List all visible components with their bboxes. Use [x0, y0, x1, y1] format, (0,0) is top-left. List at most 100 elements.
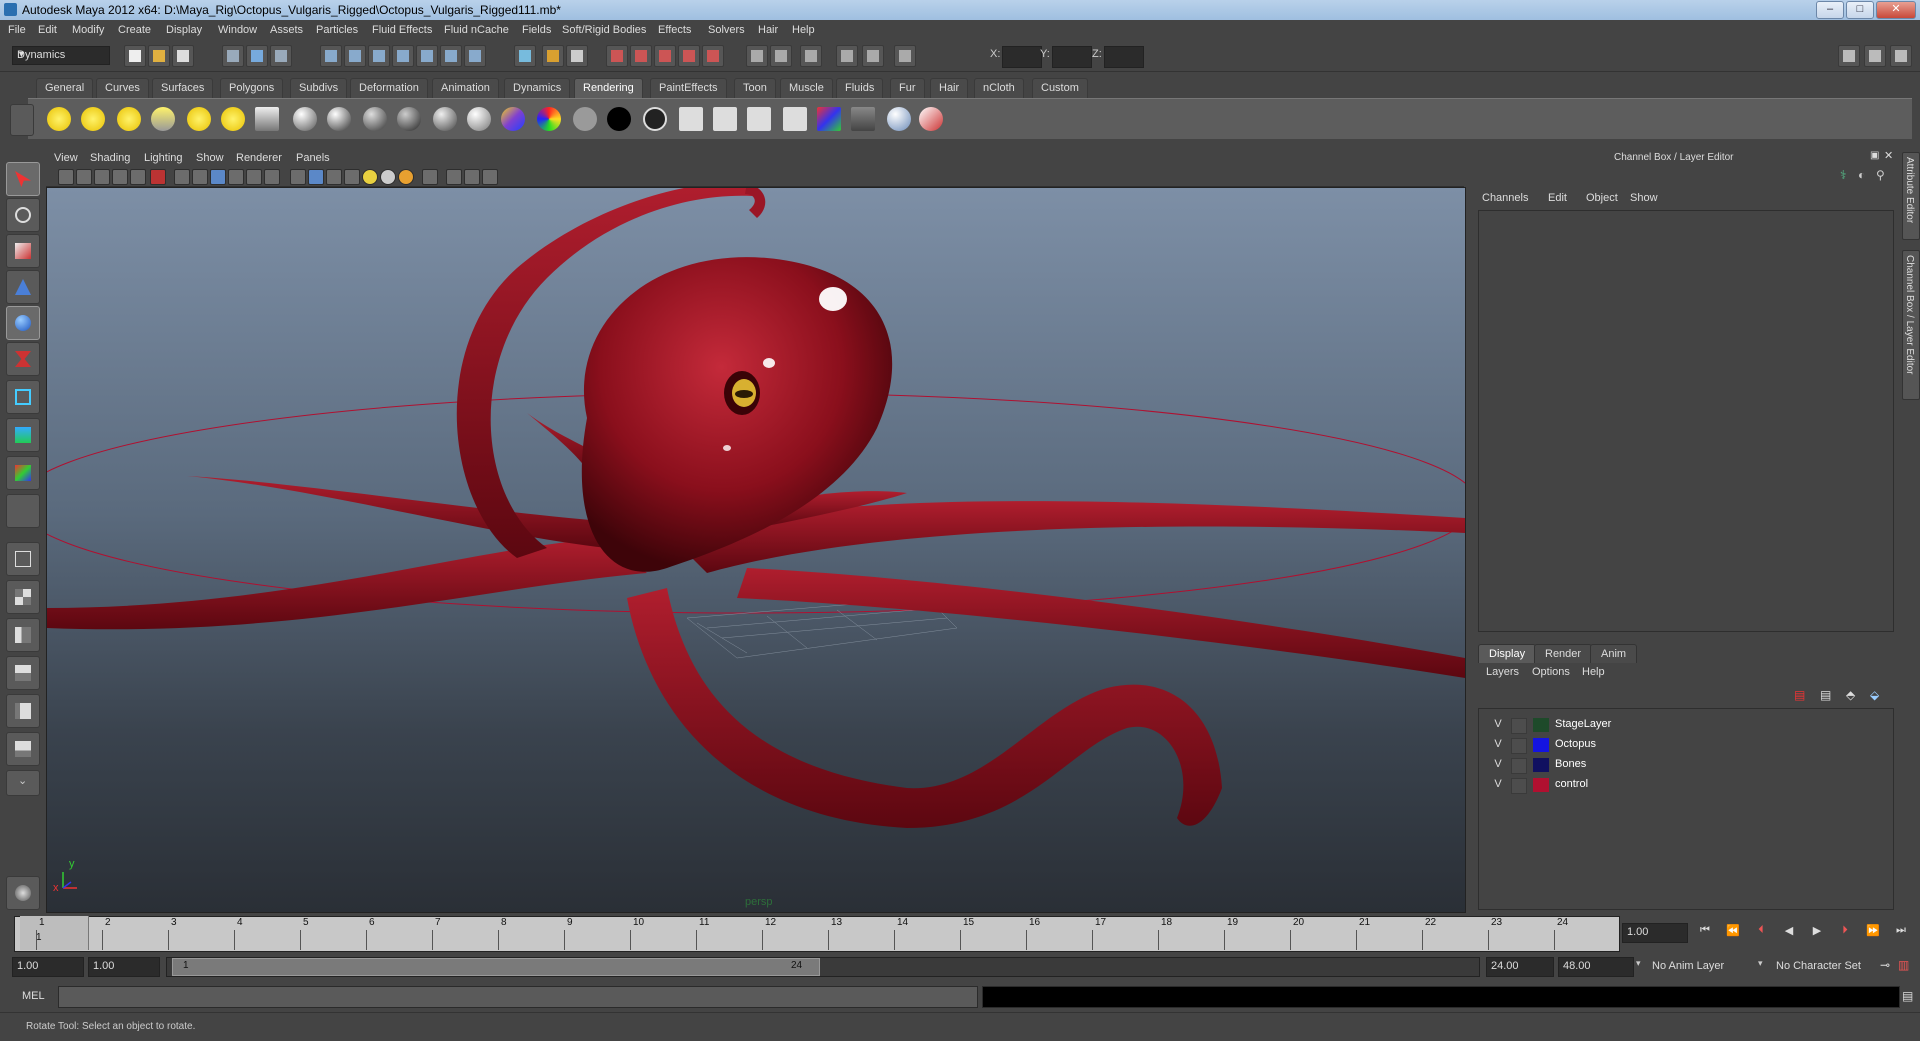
chevron-down-icon[interactable]: ▾	[1758, 958, 1763, 969]
layout-persp-graph[interactable]	[6, 656, 40, 690]
show-render-button[interactable]	[800, 45, 822, 67]
key-icon[interactable]: ⊸	[1880, 958, 1890, 972]
layer-type-toggle[interactable]	[1511, 718, 1527, 734]
play-backward-button[interactable]: ◀	[1780, 924, 1798, 940]
toggle-channel-box-button[interactable]	[1890, 45, 1912, 67]
show-manipulator-tool[interactable]	[6, 456, 40, 490]
viewport-menu-renderer[interactable]: Renderer	[236, 152, 282, 164]
layer-type-toggle[interactable]	[1511, 758, 1527, 774]
layer-type-toggle[interactable]	[1511, 778, 1527, 794]
layer-visibility-toggle[interactable]: V	[1491, 718, 1505, 732]
safe-title-icon[interactable]	[246, 169, 262, 185]
shelf-ambient-light[interactable]	[44, 104, 74, 134]
move-up-layer-icon[interactable]: ⬘	[1846, 688, 1855, 702]
shelf-tab-surfaces[interactable]: Surfaces	[152, 78, 214, 98]
layers-menu[interactable]: Layers	[1486, 666, 1519, 678]
shelf-tab-custom[interactable]: Custom	[1032, 78, 1088, 98]
shelf-tab-general[interactable]: General	[36, 78, 94, 98]
select-component-button[interactable]	[270, 45, 292, 67]
end-time-field[interactable]: 48.00	[1558, 957, 1634, 977]
use-default-lighting-icon[interactable]	[362, 169, 378, 185]
close-panel-icon[interactable]: ✕	[1884, 149, 1893, 162]
shelf-tab-fluids[interactable]: Fluids	[836, 78, 884, 98]
menu-set-selector[interactable]: Dynamics ▼	[12, 46, 110, 65]
transform-field-button[interactable]	[894, 45, 916, 67]
play-forward-button[interactable]: ▶	[1808, 924, 1826, 940]
menu-soft-rigid-bodies[interactable]: Soft/Rigid Bodies	[562, 24, 646, 36]
y-field[interactable]	[1052, 46, 1092, 68]
float-panel-icon[interactable]: ▣	[1870, 150, 1879, 161]
shelf-anisotropic[interactable]	[290, 104, 320, 134]
go-to-start-button[interactable]: ⏮	[1696, 924, 1714, 940]
scale-tool[interactable]	[6, 342, 40, 376]
shelf-directional-light[interactable]	[78, 104, 108, 134]
xray-joints-icon[interactable]	[464, 169, 480, 185]
shelf-blinn[interactable]	[324, 104, 354, 134]
shelf-ramp-shader[interactable]	[498, 104, 528, 134]
maximize-button[interactable]: □	[1846, 1, 1874, 19]
new-scene-button[interactable]	[124, 45, 146, 67]
snap-point-button[interactable]	[368, 45, 390, 67]
script-language-label[interactable]: MEL	[22, 990, 45, 1002]
hypershade-button[interactable]	[770, 45, 792, 67]
smooth-shade-icon[interactable]	[308, 169, 324, 185]
layout-four-panes[interactable]	[6, 580, 40, 614]
shelf-menu-button[interactable]	[10, 104, 34, 136]
command-input[interactable]	[58, 986, 978, 1008]
layer-contrast-icon[interactable]: ◐	[1858, 168, 1865, 182]
close-button[interactable]: ✕	[1876, 1, 1916, 19]
layout-outliner-persp[interactable]	[6, 618, 40, 652]
hud-icon[interactable]	[264, 169, 280, 185]
new-layer-selected-icon[interactable]: ▤	[1820, 688, 1831, 702]
ipr-render-button[interactable]	[678, 45, 700, 67]
layer-type-toggle[interactable]	[1511, 738, 1527, 754]
layer-tab-anim[interactable]: Anim	[1590, 644, 1638, 663]
shelf-area-light[interactable]	[184, 104, 214, 134]
toggle-attribute-editor-button[interactable]	[1838, 45, 1860, 67]
toggle-tool-settings-button[interactable]	[1864, 45, 1886, 67]
menu-effects[interactable]: Effects	[658, 24, 691, 36]
shelf-shading-map[interactable]	[534, 104, 564, 134]
lock-button[interactable]	[542, 45, 564, 67]
current-time-field[interactable]: 1.00	[1622, 923, 1688, 943]
backface-culling-icon[interactable]	[446, 169, 462, 185]
menu-modify[interactable]: Modify	[72, 24, 104, 36]
shelf-tab-dynamics[interactable]: Dynamics	[504, 78, 571, 98]
snap-grid-button[interactable]	[320, 45, 342, 67]
start-time-field[interactable]: 1.00	[12, 957, 84, 977]
layer-tab-display[interactable]: Display	[1478, 644, 1537, 663]
viewport-menu-lighting[interactable]: Lighting	[144, 152, 183, 164]
layout-menu[interactable]: ⌄	[6, 770, 40, 796]
snap-plane-button[interactable]	[392, 45, 414, 67]
step-forward-frame-button[interactable]: ⏵	[1836, 924, 1854, 940]
layout-persp-outliner[interactable]	[6, 732, 40, 766]
bookmarks-icon[interactable]	[94, 169, 110, 185]
shelf-tab-painteffects[interactable]: PaintEffects	[650, 78, 727, 98]
select-object-button[interactable]	[246, 45, 268, 67]
anim-prefs-icon[interactable]: ▥	[1898, 958, 1909, 972]
gate-mask-icon[interactable]	[192, 169, 208, 185]
perspective-viewport[interactable]: x y persp	[46, 187, 1466, 913]
shelf-render-view[interactable]	[848, 104, 878, 134]
anim-end-field[interactable]: 24.00	[1486, 957, 1554, 977]
resolution-gate-icon[interactable]	[174, 169, 190, 185]
shelf-point-light[interactable]	[114, 104, 144, 134]
shelf-hypershade[interactable]	[814, 104, 844, 134]
octopus-model[interactable]	[47, 188, 1465, 828]
character-set-selector[interactable]: No Character Set	[1776, 960, 1861, 972]
anim-start-field[interactable]: 1.00	[88, 957, 160, 977]
shelf-tab-ncloth[interactable]: nCloth	[974, 78, 1024, 98]
z-field[interactable]	[1104, 46, 1144, 68]
step-back-frame-button[interactable]: ⏴	[1752, 924, 1770, 940]
viewport-menu-shading[interactable]: Shading	[90, 152, 130, 164]
wireframe-on-shaded-icon[interactable]	[326, 169, 342, 185]
minimize-button[interactable]: –	[1816, 1, 1844, 19]
use-all-lights-icon[interactable]	[380, 169, 396, 185]
snap-view-button[interactable]	[464, 45, 486, 67]
current-frame-marker[interactable]: 1	[20, 916, 89, 950]
layer-visibility-toggle[interactable]: V	[1491, 758, 1505, 772]
select-hierarchy-button[interactable]	[222, 45, 244, 67]
snap-live-button[interactable]	[440, 45, 462, 67]
layer-color-swatch[interactable]	[1533, 738, 1549, 752]
shelf-tab-hair[interactable]: Hair	[930, 78, 969, 98]
